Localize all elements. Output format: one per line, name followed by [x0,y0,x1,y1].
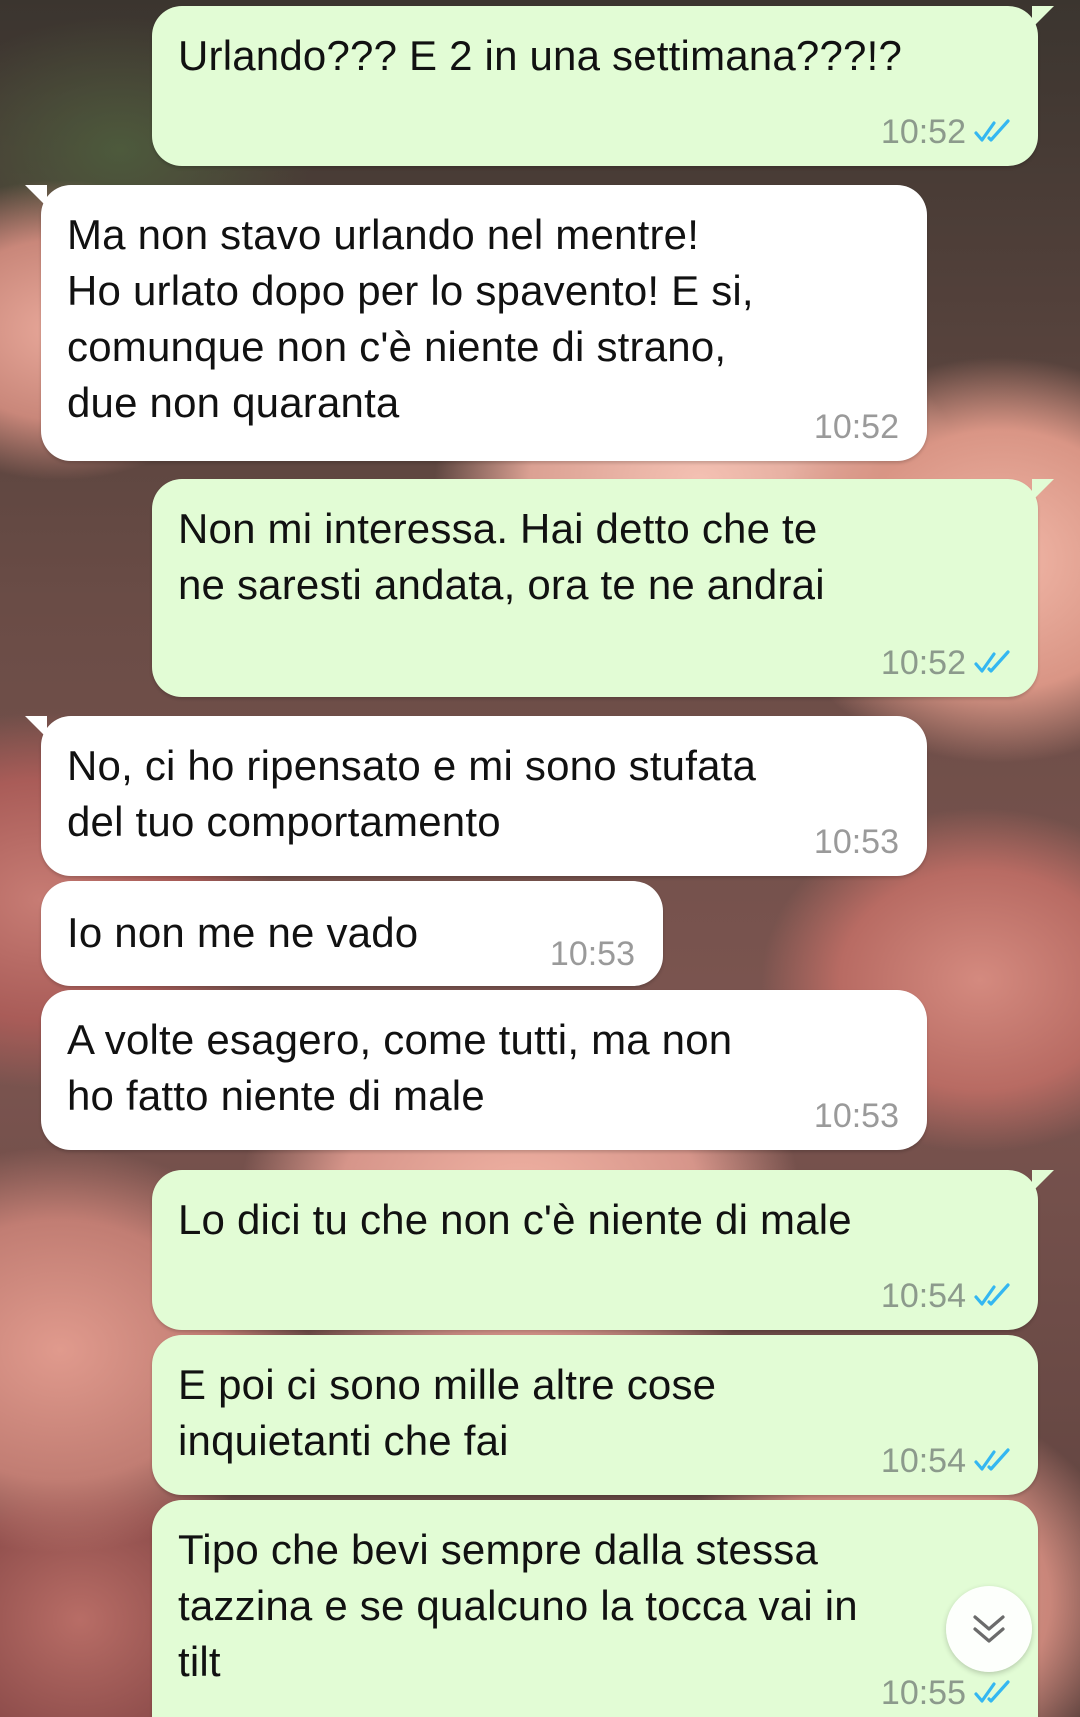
message-meta: 10:54 [881,1441,1012,1481]
double-check-icon [974,1448,1010,1471]
message-text: Ma non stavo urlando nel mentre! Ho urla… [67,211,754,426]
message-time: 10:52 [813,408,899,446]
message-text: E poi ci sono mille altre cose inquietan… [178,1361,717,1464]
message-meta: 10:52 [881,643,1012,683]
message-time: 10:54 [880,1442,966,1480]
message-text: Urlando??? E 2 in una settimana???!? [178,32,903,79]
message-meta: 10:54 [881,1276,1012,1316]
scroll-to-bottom-button[interactable] [946,1586,1032,1672]
message-meta: 10:55 [881,1673,1012,1713]
message-bubble-outgoing[interactable]: E poi ci sono mille altre cose inquietan… [152,1335,1038,1495]
message-time: 10:53 [813,823,899,861]
message-bubble-incoming[interactable]: Io non me ne vado 10:53 [41,881,663,986]
message-text: Tipo che bevi sempre dalla stessa tazzin… [178,1526,858,1685]
message-time: 10:52 [880,644,966,682]
chat-area[interactable]: Urlando??? E 2 in una settimana???!? 10:… [0,0,1080,1717]
double-check-icon [974,1680,1010,1703]
message-time: 10:52 [880,113,966,151]
message-bubble-outgoing[interactable]: Urlando??? E 2 in una settimana???!? 10:… [152,6,1054,166]
message-meta: 10:53 [550,934,635,974]
message-bubble-incoming[interactable]: A volte esagero, come tutti, ma non ho f… [41,990,927,1150]
double-check-icon [974,650,1010,673]
chevron-double-down-icon [973,1615,1005,1643]
message-text: Io non me ne vado [67,909,419,956]
message-bubble-incoming[interactable]: No, ci ho ripensato e mi sono stufata de… [25,716,927,876]
message-bubble-incoming[interactable]: Ma non stavo urlando nel mentre! Ho urla… [25,185,927,461]
message-meta: 10:53 [814,822,899,862]
message-bubble-outgoing[interactable]: Non mi interessa. Hai detto che te ne sa… [152,479,1054,697]
message-time: 10:53 [549,935,635,973]
message-time: 10:53 [813,1097,899,1135]
double-check-icon [974,1283,1010,1306]
message-meta: 10:52 [814,407,899,447]
message-time: 10:55 [880,1674,966,1712]
message-bubble-outgoing[interactable]: Tipo che bevi sempre dalla stessa tazzin… [152,1500,1038,1717]
message-meta: 10:52 [881,112,1012,152]
message-meta: 10:53 [814,1096,899,1136]
message-bubble-outgoing[interactable]: Lo dici tu che non c'è niente di male 10… [152,1170,1054,1330]
message-text: Lo dici tu che non c'è niente di male [178,1196,852,1243]
message-time: 10:54 [880,1277,966,1315]
message-text: No, ci ho ripensato e mi sono stufata de… [67,742,757,845]
double-check-icon [974,119,1010,142]
message-text: A volte esagero, come tutti, ma non ho f… [67,1016,733,1119]
message-text: Non mi interessa. Hai detto che te ne sa… [178,505,825,608]
